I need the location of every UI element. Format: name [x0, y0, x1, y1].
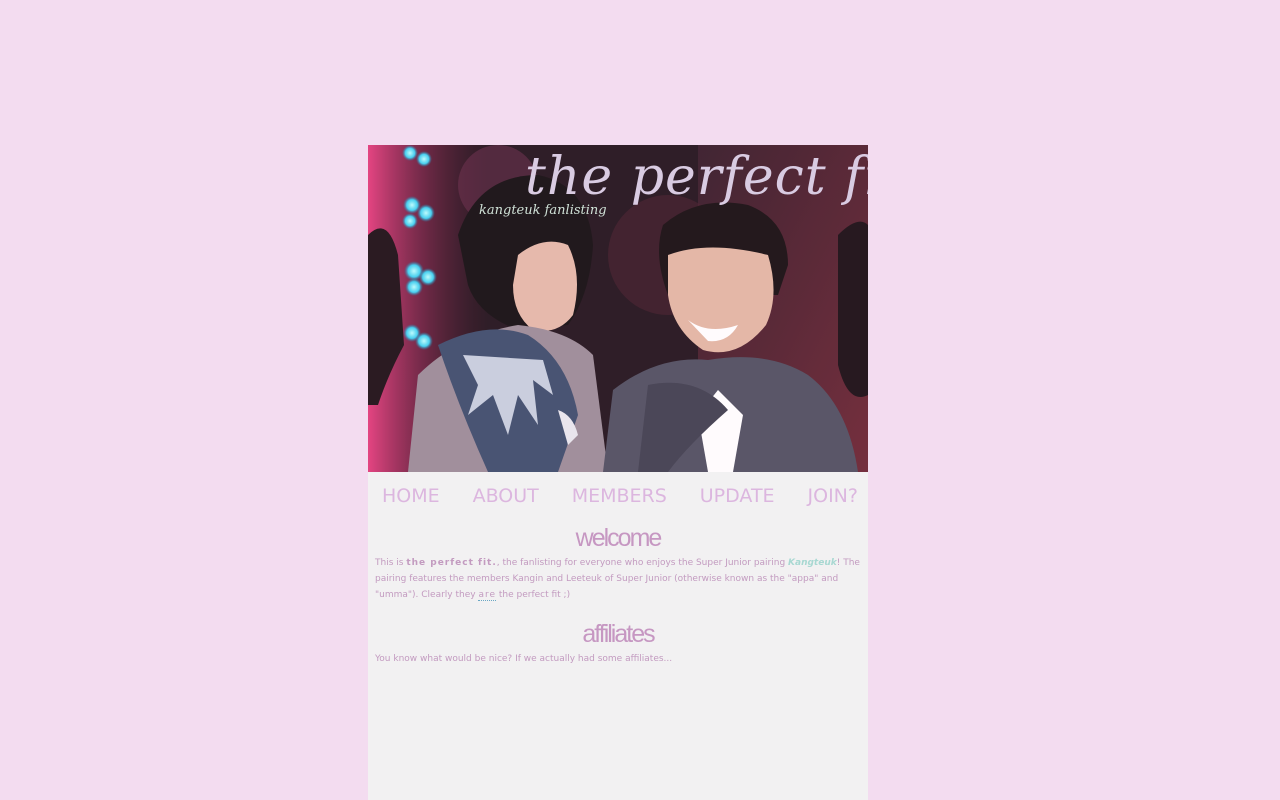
- main-container: the perfect fit. kangteuk fanlisting HOM…: [368, 145, 868, 800]
- emphasis-are: are: [478, 590, 497, 601]
- content-area: welcome This is the perfect fit., the fa…: [368, 523, 868, 667]
- welcome-heading: welcome: [575, 524, 663, 552]
- nav-link-members[interactable]: MEMBERS: [572, 485, 667, 507]
- nav-link-home[interactable]: HOME: [382, 485, 440, 507]
- site-title: the perfect fit.: [525, 147, 868, 207]
- main-nav: HOME ABOUT MEMBERS UPDATE JOIN?: [368, 472, 868, 520]
- affiliates-heading: affiliates: [582, 620, 655, 648]
- site-subtitle: kangteuk fanlisting: [479, 203, 607, 218]
- welcome-text-part-2: , the fanlisting for everyone who enjoys…: [496, 558, 789, 568]
- welcome-text: This is the perfect fit., the fanlisting…: [375, 555, 861, 603]
- welcome-text-part-4: the perfect fit ;): [496, 590, 571, 600]
- nav-link-about[interactable]: ABOUT: [473, 485, 539, 507]
- site-name-bold: the perfect fit.: [406, 558, 497, 568]
- nav-link-join[interactable]: JOIN?: [808, 485, 858, 507]
- welcome-text-part-1: This is: [375, 558, 407, 568]
- nav-link-update[interactable]: UPDATE: [700, 485, 775, 507]
- header-banner: the perfect fit. kangteuk fanlisting: [368, 145, 868, 472]
- pairing-name: Kangteuk: [788, 558, 837, 568]
- affiliates-text: You know what would be nice? If we actua…: [375, 654, 673, 664]
